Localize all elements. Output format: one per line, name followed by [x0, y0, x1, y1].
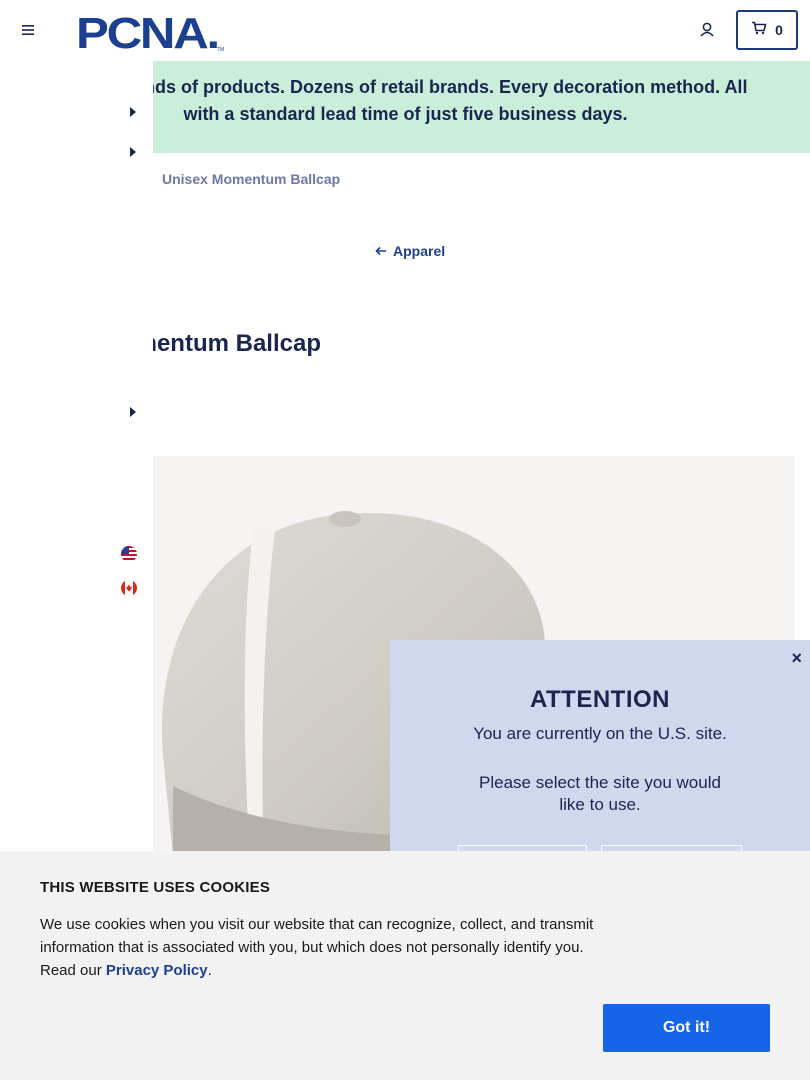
cart-button[interactable]: 0	[736, 10, 798, 50]
site-selector-modal: × ATTENTION You are currently on the U.S…	[390, 640, 810, 885]
cart-icon	[751, 21, 767, 40]
product-title: mentum Ballcap	[153, 330, 321, 357]
breadcrumb-current: Unisex Momentum Ballcap	[162, 171, 341, 187]
modal-message-select-site: Please select the site you would like to…	[479, 773, 721, 814]
back-to-category-link[interactable]: Apparel	[375, 243, 445, 259]
caret-right-icon[interactable]	[130, 407, 136, 417]
promo-line-1: usands of products. Dozens of retail bra…	[153, 77, 748, 97]
svg-text:PCNA.: PCNA.	[76, 10, 218, 52]
close-icon[interactable]: ×	[791, 648, 802, 669]
back-link-label: Apparel	[393, 243, 446, 259]
promo-banner: usands of products. Dozens of retail bra…	[153, 61, 810, 153]
modal-message-current-site: You are currently on the U.S. site.	[473, 724, 727, 743]
site-header: PCNA. TM 0	[0, 0, 810, 61]
cookie-banner: THIS WEBSITE USES COOKIES We use cookies…	[0, 851, 810, 1080]
pcna-logo[interactable]: PCNA. TM	[76, 9, 226, 58]
side-menu-panel	[0, 61, 153, 851]
svg-text:TM: TM	[217, 47, 224, 52]
caret-right-icon[interactable]	[130, 107, 136, 117]
hamburger-menu-icon[interactable]	[18, 20, 38, 40]
cart-count: 0	[775, 22, 783, 38]
breadcrumb: Unisex Momentum Ballcap	[162, 171, 340, 187]
caret-right-icon[interactable]	[130, 147, 136, 157]
privacy-policy-link[interactable]: Privacy Policy	[106, 962, 208, 979]
cookie-banner-text: We use cookies when you visit our websit…	[40, 913, 610, 982]
cookie-text-end: .	[207, 962, 212, 979]
arrow-left-icon	[375, 243, 387, 259]
account-user-icon[interactable]	[696, 19, 718, 41]
us-flag-icon[interactable]	[121, 546, 137, 562]
accept-cookies-button[interactable]: Got it!	[603, 1004, 770, 1052]
product-title-wrapper: mentum Ballcap	[153, 330, 453, 364]
promo-line-2: with a standard lead time of just five b…	[183, 104, 628, 124]
cookie-banner-title: THIS WEBSITE USES COOKIES	[40, 879, 271, 896]
canada-flag-icon[interactable]	[121, 580, 137, 596]
modal-title: ATTENTION	[529, 686, 671, 713]
